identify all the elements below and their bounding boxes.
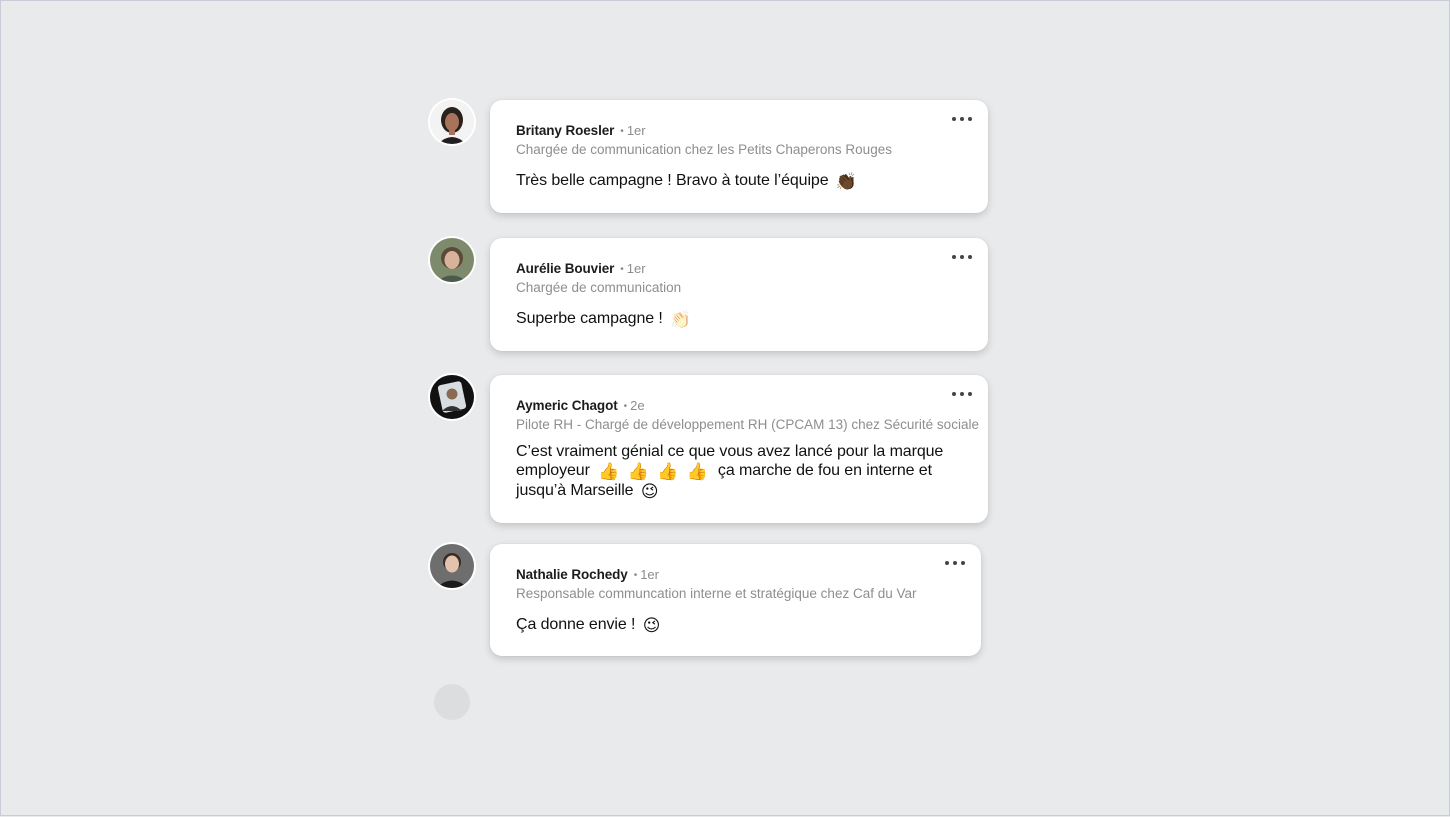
author-headline: Pilote RH - Chargé de développement RH (… (516, 417, 979, 432)
comment-text-fragment: ça marche de fou en interne et (717, 462, 932, 479)
more-options-button[interactable] (952, 387, 972, 401)
author-name[interactable]: Aymeric Chagot (516, 398, 618, 413)
connection-degree: • 2e (623, 398, 645, 413)
thumbs-up-icon: 👍 (627, 462, 649, 481)
thumbs-up-icon: 👍 (686, 462, 708, 481)
comment-text: Très belle campagne ! Bravo à toute l’éq… (516, 171, 962, 191)
comment-text-line: employeur 👍 👍 👍 👍 ça marche de fou en in… (516, 461, 962, 481)
author-name[interactable]: Britany Roesler (516, 123, 614, 138)
placeholder-avatar (434, 684, 470, 720)
clapping-hands-icon: 👏🏾 (835, 172, 857, 191)
comment-text-fragment: jusqu’à Marseille (516, 482, 634, 499)
avatar-nathalie-rochedy[interactable] (430, 544, 474, 588)
degree-label: 1er (626, 123, 646, 138)
man-avatar-icon (430, 375, 474, 419)
comment-card: Aymeric Chagot • 2e Pilote RH - Chargé de… (490, 375, 988, 523)
author-headline: Chargée de communication chez les Petits… (516, 142, 892, 157)
comment-text: C’est vraiment génial ce que vous avez l… (516, 442, 962, 501)
thumbs-up-icon: 👍 (598, 462, 620, 481)
degree-label: 1er (640, 567, 659, 582)
woman-avatar-icon (430, 100, 474, 144)
connection-degree: • 1er (633, 567, 659, 582)
woman-avatar-icon (430, 238, 474, 282)
connection-degree: • 1er (620, 261, 646, 276)
more-options-button[interactable] (952, 250, 972, 264)
man-avatar-icon (430, 544, 474, 588)
comment-text-line: jusqu’à Marseille 😉 (516, 481, 962, 501)
degree-label: 2e (630, 398, 645, 413)
comment-thread: Britany Roesler • 1er Chargée de communic… (1, 1, 1450, 817)
avatar-aurelie-bouvier[interactable] (430, 238, 474, 282)
comment-card: Aurélie Bouvier • 1er Chargée de communic… (490, 238, 988, 351)
more-options-button[interactable] (952, 112, 972, 126)
winking-face-icon: 😉 (642, 616, 661, 635)
avatar-aymeric-chagot[interactable] (430, 375, 474, 419)
comment-text: Superbe campagne ! 👏🏻 (516, 309, 962, 329)
author-headline: Responsable communcation interne et stra… (516, 586, 917, 601)
author-headline: Chargée de communication (516, 280, 682, 295)
comment-text-body: Ça donne envie ! (516, 616, 636, 633)
thumbs-up-icon: 👍 (657, 462, 679, 481)
author-name[interactable]: Aurélie Bouvier (516, 261, 614, 276)
comment-card: Nathalie Rochedy • 1er Responsable commun… (490, 544, 981, 656)
comment-text-line: C’est vraiment génial ce que vous avez l… (516, 443, 944, 460)
degree-label: 1er (626, 261, 646, 276)
comment-card: Britany Roesler • 1er Chargée de communic… (490, 100, 988, 213)
connection-degree: • 1er (620, 123, 646, 138)
author-name[interactable]: Nathalie Rochedy (516, 567, 628, 582)
comment-text: Ça donne envie ! 😉 (516, 615, 955, 635)
comment-text-body: Très belle campagne ! Bravo à toute l’éq… (516, 172, 829, 189)
avatar-britany-roesler[interactable] (430, 100, 474, 144)
more-options-button[interactable] (945, 556, 965, 570)
comment-text-fragment: employeur (516, 462, 590, 479)
comment-text-body: Superbe campagne ! (516, 310, 663, 327)
clapping-hands-icon: 👏🏻 (670, 310, 692, 329)
winking-face-icon: 😉 (640, 482, 659, 501)
